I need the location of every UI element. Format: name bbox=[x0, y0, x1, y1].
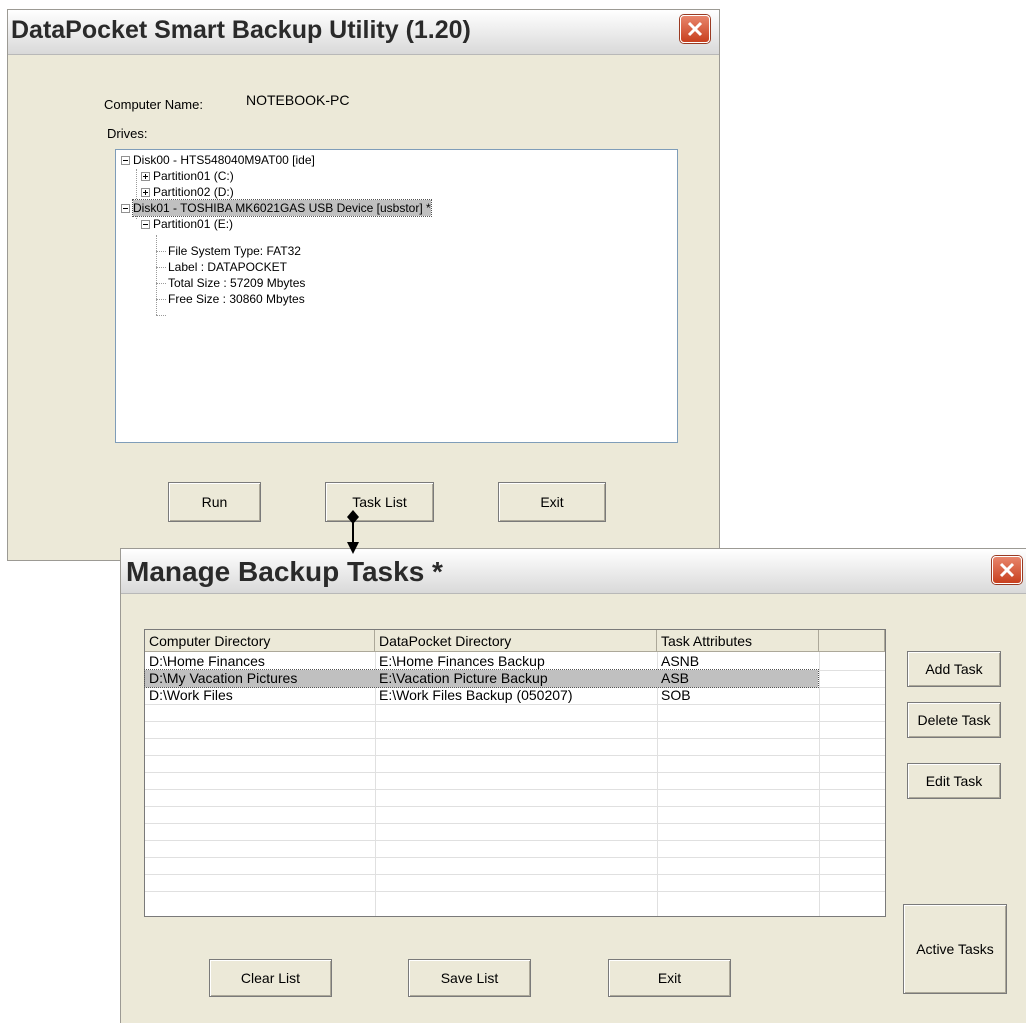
column-header-computer-directory[interactable]: Computer Directory bbox=[145, 630, 375, 652]
tree-item-total-size[interactable]: Total Size : 57209 Mbytes bbox=[168, 275, 305, 291]
tree-item-free-size[interactable]: Free Size : 30860 Mbytes bbox=[168, 291, 305, 307]
grid-row-line bbox=[145, 840, 885, 841]
column-header-blank[interactable] bbox=[819, 630, 885, 652]
column-header-datapocket-directory[interactable]: DataPocket Directory bbox=[375, 630, 657, 652]
collapse-icon[interactable] bbox=[121, 204, 130, 213]
table-cell: D:\My Vacation Pictures bbox=[149, 670, 298, 686]
tree-line bbox=[156, 235, 157, 315]
table-row-selected[interactable]: D:\My Vacation Pictures E:\Vacation Pict… bbox=[144, 669, 819, 688]
grid-row-line bbox=[145, 704, 885, 705]
tree-item-label[interactable]: Label : DATAPOCKET bbox=[168, 259, 287, 275]
expand-icon[interactable] bbox=[141, 172, 150, 181]
grid-row-line bbox=[145, 823, 885, 824]
edit-task-button[interactable]: Edit Task bbox=[907, 763, 1001, 799]
computer-name-label: Computer Name: bbox=[104, 97, 203, 112]
save-list-button[interactable]: Save List bbox=[408, 959, 531, 997]
connector-arrow-icon bbox=[347, 510, 359, 554]
active-tasks-button[interactable]: Active Tasks bbox=[903, 904, 1007, 994]
tree-line bbox=[156, 267, 166, 268]
tree-line bbox=[156, 283, 166, 284]
table-cell: D:\Home Finances bbox=[149, 653, 265, 669]
table-cell: SOB bbox=[661, 687, 691, 703]
run-button[interactable]: Run bbox=[168, 482, 261, 522]
main-titlebar: DataPocket Smart Backup Utility (1.20) bbox=[8, 10, 719, 55]
grid-row-line bbox=[145, 891, 885, 892]
table-row[interactable]: D:\Work Files E:\Work Files Backup (0502… bbox=[145, 687, 885, 704]
grid-row-line bbox=[145, 789, 885, 790]
drives-tree[interactable]: Disk00 - HTS548040M9AT00 [ide] Partition… bbox=[115, 149, 678, 443]
computer-name-value: NOTEBOOK-PC bbox=[246, 92, 350, 108]
grid-row-line bbox=[145, 738, 885, 739]
tree-line bbox=[156, 299, 166, 300]
task-grid[interactable]: Computer Directory DataPocket Directory … bbox=[144, 629, 886, 917]
exit-button[interactable]: Exit bbox=[498, 482, 606, 522]
clear-list-button[interactable]: Clear List bbox=[209, 959, 332, 997]
task-close-button[interactable] bbox=[992, 556, 1022, 584]
task-titlebar: Manage Backup Tasks * bbox=[121, 549, 1026, 594]
exit-tasks-button[interactable]: Exit bbox=[608, 959, 731, 997]
grid-row-line bbox=[145, 857, 885, 858]
task-window: Manage Backup Tasks * Computer Directory… bbox=[120, 548, 1026, 1023]
close-icon bbox=[999, 562, 1015, 578]
table-cell: ASNB bbox=[661, 653, 700, 669]
delete-task-button[interactable]: Delete Task bbox=[907, 702, 1001, 738]
add-task-button[interactable]: Add Task bbox=[907, 651, 1001, 687]
close-icon bbox=[687, 21, 703, 37]
main-window: DataPocket Smart Backup Utility (1.20) C… bbox=[7, 9, 720, 561]
tree-line bbox=[156, 251, 166, 252]
tree-item-partition-d[interactable]: Partition02 (D:) bbox=[153, 184, 234, 200]
grid-row-line bbox=[145, 755, 885, 756]
grid-row-line bbox=[145, 772, 885, 773]
table-row[interactable]: D:\Home Finances E:\Home Finances Backup… bbox=[145, 653, 885, 670]
drives-label: Drives: bbox=[107, 126, 148, 141]
tree-item-partition-e[interactable]: Partition01 (E:) bbox=[153, 216, 233, 232]
table-cell: D:\Work Files bbox=[149, 687, 233, 703]
grid-row-line bbox=[145, 874, 885, 875]
table-cell: ASB bbox=[661, 670, 690, 686]
collapse-icon[interactable] bbox=[121, 156, 130, 165]
expand-icon[interactable] bbox=[141, 188, 150, 197]
main-window-title: DataPocket Smart Backup Utility (1.20) bbox=[11, 16, 471, 44]
grid-row-line bbox=[145, 721, 885, 722]
tree-item-disk01[interactable]: Disk01 - TOSHIBA MK6021GAS USB Device [u… bbox=[132, 199, 432, 217]
tree-line bbox=[156, 315, 166, 316]
table-cell: E:\Work Files Backup (050207) bbox=[379, 687, 573, 703]
tree-item-disk00[interactable]: Disk00 - HTS548040M9AT00 [ide] bbox=[133, 152, 315, 168]
grid-row-line bbox=[145, 806, 885, 807]
tree-item-partition-c[interactable]: Partition01 (C:) bbox=[153, 168, 234, 184]
table-cell: E:\Home Finances Backup bbox=[379, 653, 545, 669]
collapse-icon[interactable] bbox=[141, 220, 150, 229]
main-close-button[interactable] bbox=[680, 15, 710, 43]
tree-item-file-system-type[interactable]: File System Type: FAT32 bbox=[168, 243, 301, 259]
table-cell: E:\Vacation Picture Backup bbox=[379, 670, 548, 686]
task-window-title: Manage Backup Tasks * bbox=[126, 556, 443, 587]
column-header-task-attributes[interactable]: Task Attributes bbox=[657, 630, 819, 652]
